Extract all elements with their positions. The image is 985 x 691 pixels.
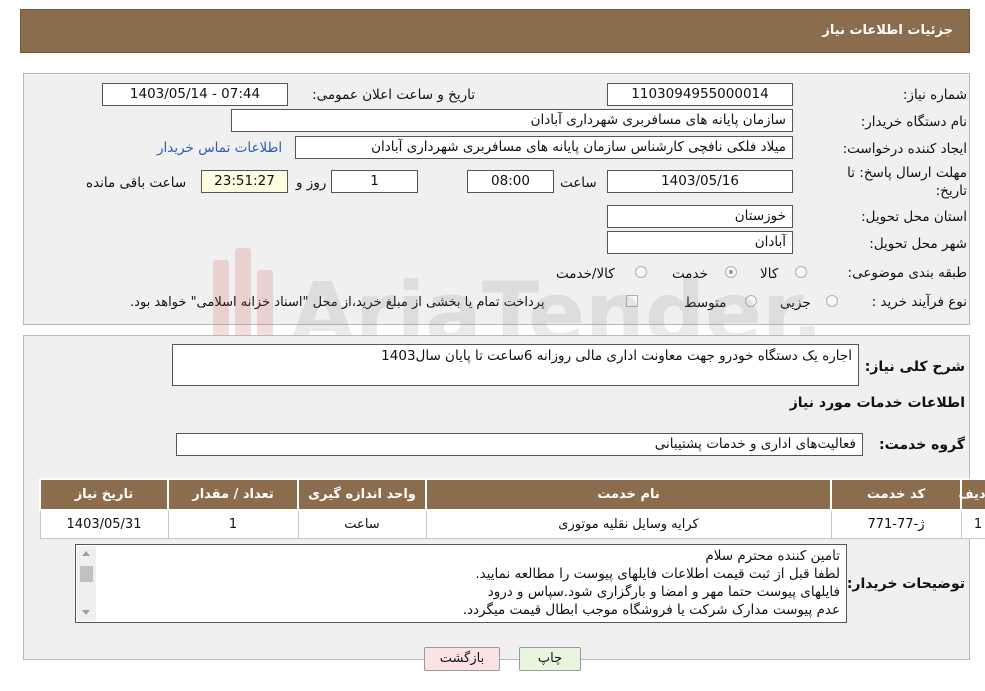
deadline-time-field: 08:00	[467, 170, 554, 193]
table-row: 1 ژ-77-771 کرایه وسایل نقلیه موتوری ساعت…	[39, 509, 985, 539]
description-textarea[interactable]: اجاره یک دستگاه خودرو جهت معاونت اداری م…	[172, 344, 859, 386]
col-need-date: تاریخ نیاز	[39, 478, 169, 511]
page-header: جزئیات اطلاعات نیاز	[20, 9, 970, 53]
print-button[interactable]: چاپ	[519, 647, 581, 671]
services-table-header: ردیف کد خدمت نام خدمت واحد اندازه گیری ت…	[39, 478, 985, 511]
category-radio-goods[interactable]	[795, 266, 807, 278]
deadline-label-line2: تاریخ:	[935, 183, 967, 199]
page-title: جزئیات اطلاعات نیاز	[822, 23, 953, 38]
cell-service-name: کرایه وسایل نقلیه موتوری	[425, 509, 832, 539]
col-service-name: نام خدمت	[425, 478, 832, 511]
category-radio-goods-service[interactable]	[635, 266, 647, 278]
buyer-note-line: فایلهای پیوست حتما مهر و امضا و بارگزاری…	[487, 584, 840, 600]
buyer-notes-label: توضیحات خریدار:	[846, 576, 965, 592]
city-field: آبادان	[607, 231, 793, 254]
category-option-service: خدمت	[672, 266, 708, 282]
remaining-time-label: ساعت باقی مانده	[86, 175, 187, 191]
days-label: روز و	[296, 175, 327, 191]
scrollbar-thumb[interactable]	[80, 566, 93, 582]
buyer-org-field: سازمان پایانه های مسافربری شهرداری آبادا…	[231, 109, 793, 132]
remaining-days-field: 1	[331, 170, 418, 193]
city-label: شهر محل تحویل:	[869, 236, 967, 252]
purchase-radio-medium[interactable]	[745, 295, 757, 307]
buyer-notes-textarea[interactable]: تامین کننده محترم سلام لطفا قبل از ثبت ق…	[75, 544, 847, 623]
deadline-date-field: 1403/05/16	[607, 170, 793, 193]
cell-unit: ساعت	[297, 509, 427, 539]
category-option-goods: کالا	[760, 266, 779, 282]
purchase-option-minor: جزیی	[780, 295, 811, 311]
province-field: خوزستان	[607, 205, 793, 228]
announce-date-field: 1403/05/14 - 07:44	[102, 83, 288, 106]
creator-field: میلاد فلکی نافچی کارشناس سازمان پایانه ه…	[295, 136, 793, 159]
category-option-goods-service: کالا/خدمت	[556, 266, 615, 282]
deadline-time-label: ساعت	[560, 175, 597, 191]
treasury-payment-note: پرداخت تمام یا بخشی از مبلغ خرید،از محل …	[130, 295, 545, 310]
need-number-field: 1103094955000014	[607, 83, 793, 106]
cell-quantity: 1	[167, 509, 299, 539]
back-button[interactable]: بازگشت	[424, 647, 500, 671]
buyer-note-line: عدم پیوست مدارک شرکت یا فروشگاه موجب ابط…	[462, 602, 840, 618]
service-group-label: گروه خدمت:	[879, 437, 965, 453]
buyer-notes-scrollbar[interactable]	[77, 546, 96, 621]
remaining-time-field: 23:51:27	[201, 170, 288, 193]
scroll-up-arrow-icon[interactable]	[82, 551, 90, 556]
buyer-org-label: نام دستگاه خریدار:	[860, 114, 967, 130]
description-label: شرح کلی نیاز:	[864, 359, 965, 375]
col-unit: واحد اندازه گیری	[297, 478, 427, 511]
province-label: استان محل تحویل:	[861, 209, 967, 225]
deadline-label-line1: مهلت ارسال پاسخ: تا	[847, 165, 967, 181]
buyer-note-line: تامین کننده محترم سلام	[705, 548, 840, 564]
col-quantity: تعداد / مقدار	[167, 478, 299, 511]
col-service-code: کد خدمت	[830, 478, 962, 511]
announce-date-label: تاریخ و ساعت اعلان عمومی:	[312, 87, 475, 103]
purchase-type-label: نوع فرآیند خرید :	[871, 294, 967, 310]
services-section-title: اطلاعات خدمات مورد نیاز	[789, 395, 965, 411]
category-radio-service[interactable]	[725, 266, 737, 278]
scroll-down-arrow-icon[interactable]	[82, 610, 90, 615]
cell-row-number: 1	[960, 509, 985, 539]
col-row-number: ردیف	[958, 478, 985, 511]
buyer-note-line: لطفا قبل از ثبت قیمت اطلاعات فایلهای پیو…	[475, 566, 840, 582]
treasury-payment-checkbox[interactable]	[626, 295, 638, 307]
service-group-field: فعالیت‌های اداری و خدمات پشتیبانی	[176, 433, 863, 456]
buyer-notes-content: تامین کننده محترم سلام لطفا قبل از ثبت ق…	[98, 547, 840, 619]
need-number-label: شماره نیاز:	[902, 87, 967, 103]
category-label: طبقه بندی موضوعی:	[847, 265, 967, 281]
cell-service-code: ژ-77-771	[830, 509, 962, 539]
services-table: ردیف کد خدمت نام خدمت واحد اندازه گیری ت…	[39, 478, 985, 539]
purchase-option-medium: متوسط	[684, 295, 727, 311]
description-text: اجاره یک دستگاه خودرو جهت معاونت اداری م…	[381, 348, 852, 364]
purchase-radio-minor[interactable]	[826, 295, 838, 307]
creator-label: ایجاد کننده درخواست:	[842, 141, 967, 157]
cell-need-date: 1403/05/31	[39, 509, 169, 539]
buyer-contact-link[interactable]: اطلاعات تماس خریدار	[157, 140, 282, 156]
